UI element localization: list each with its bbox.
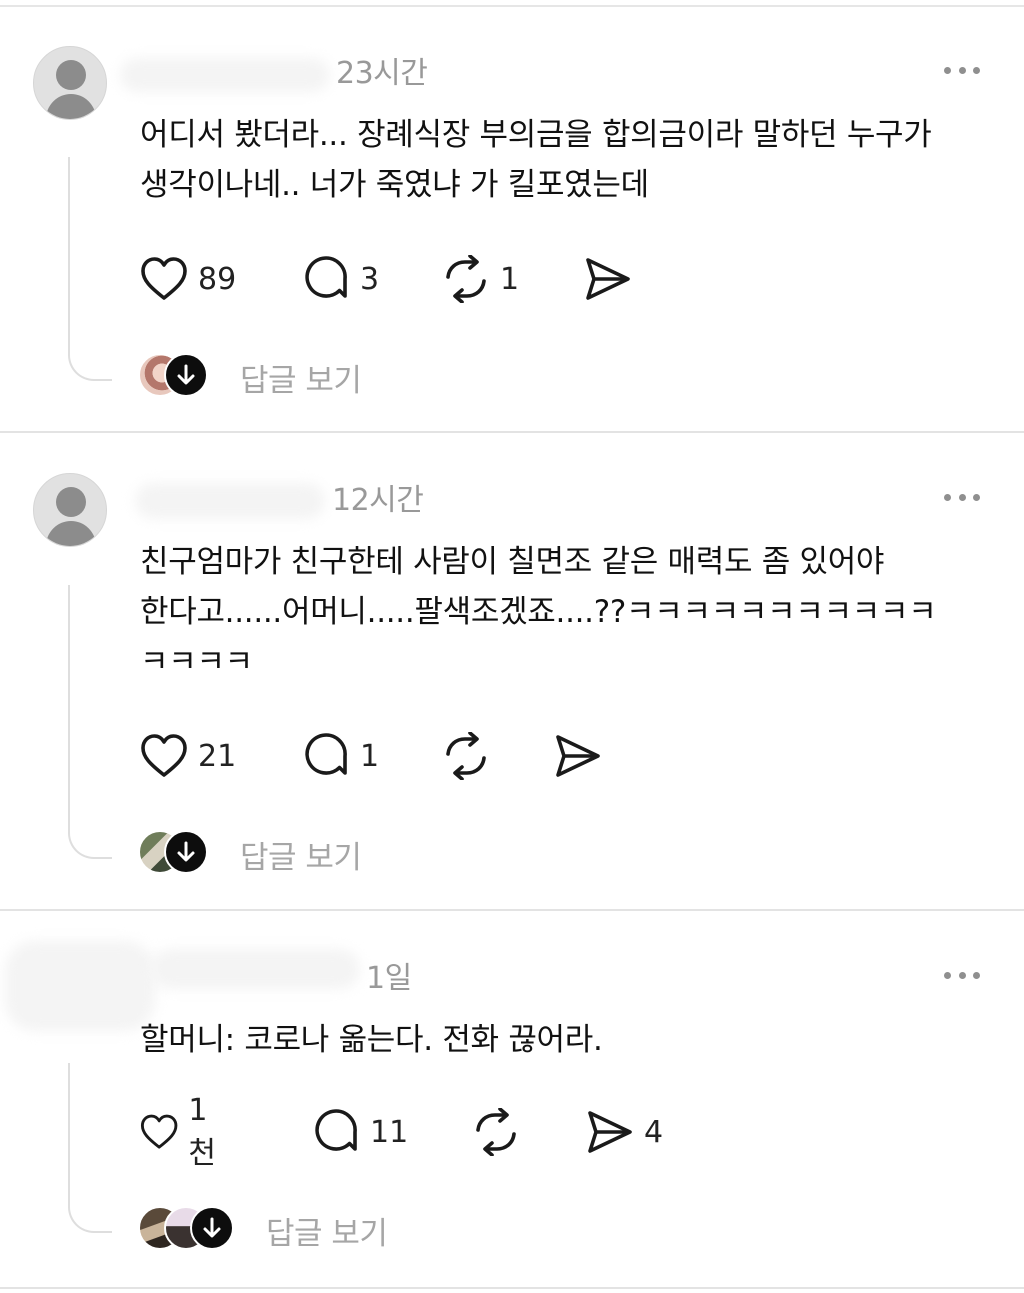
view-replies-label: 답글 보기	[240, 363, 362, 399]
post-time: 23시간	[336, 56, 428, 91]
share-button[interactable]	[584, 254, 642, 304]
comment-text: 어디서 봤더라... 장례식장 부의금을 합의금이라 말하던 누구가 생각이나네…	[140, 117, 932, 203]
comment-post: 12시간 친구엄마가 친구한테 사람이 칠면조 같은 매력도 좀 있어야 한다고…	[0, 433, 1024, 909]
share-button[interactable]	[554, 731, 612, 781]
thread-line	[68, 157, 112, 381]
comment-button[interactable]: 1	[302, 731, 379, 781]
arrow-down-icon	[177, 841, 195, 862]
like-count: 1천	[188, 1092, 216, 1171]
more-dots-icon	[944, 66, 951, 74]
view-replies-button[interactable]: 답글 보기	[138, 353, 398, 399]
comment-bubble-icon	[305, 256, 347, 298]
repost-arrows-icon	[476, 1108, 516, 1156]
like-button[interactable]: 21	[140, 731, 236, 781]
repost-count: 1	[500, 261, 520, 297]
view-replies-button[interactable]: 답글 보기	[138, 830, 398, 876]
view-replies-label: 답글 보기	[266, 1216, 388, 1252]
more-options-button[interactable]	[944, 970, 980, 980]
more-dots-icon	[944, 493, 951, 501]
comment-button[interactable]: 3	[302, 254, 379, 304]
view-replies-button[interactable]: 답글 보기	[138, 1206, 418, 1252]
redacted-username	[150, 949, 360, 989]
like-button[interactable]: 1천	[140, 1093, 226, 1171]
comment-text: 할머니: 코로나 옮는다. 전화 끊어라.	[140, 1022, 603, 1058]
view-replies-label: 답글 보기	[240, 840, 362, 876]
redacted-avatar	[5, 941, 155, 1031]
reply-expand-badge	[164, 830, 208, 874]
redacted-username	[135, 483, 325, 519]
like-button[interactable]: 89	[140, 254, 236, 304]
comment-text: 친구엄마가 친구한테 사람이 칠면조 같은 매력도 좀 있어야 한다고.....…	[140, 544, 937, 680]
comment-bubble-icon	[305, 733, 347, 775]
thread-line	[68, 585, 112, 859]
repost-button[interactable]: 1	[442, 254, 519, 304]
comment-bubble-icon	[315, 1109, 357, 1151]
repost-button[interactable]	[442, 731, 500, 781]
comment-post: 1일 할머니: 코로나 옮는다. 전화 끊어라. 1천 11 4 답글 보기	[0, 911, 1024, 1287]
repost-button[interactable]	[472, 1107, 530, 1157]
avatar[interactable]	[33, 46, 107, 120]
send-icon	[588, 1111, 632, 1153]
like-count: 21	[198, 738, 237, 774]
more-options-button[interactable]	[944, 492, 980, 502]
share-button[interactable]: 4	[586, 1107, 663, 1157]
comment-count: 11	[370, 1114, 409, 1150]
more-dots-icon	[944, 971, 951, 979]
send-icon	[586, 258, 630, 300]
like-count: 89	[198, 261, 237, 297]
repost-arrows-icon	[446, 255, 486, 303]
share-count: 4	[644, 1114, 664, 1150]
post-divider	[0, 1287, 1024, 1289]
arrow-down-icon	[203, 1217, 221, 1238]
comment-count: 1	[360, 738, 380, 774]
redacted-username	[120, 58, 330, 92]
comment-post: 23시간 어디서 봤더라... 장례식장 부의금을 합의금이라 말하던 누구가 …	[0, 0, 1024, 432]
comment-count: 3	[360, 261, 380, 297]
arrow-down-icon	[177, 364, 195, 385]
post-time: 1일	[366, 961, 412, 996]
send-icon	[556, 735, 600, 777]
heart-icon	[141, 734, 187, 777]
repost-arrows-icon	[446, 732, 486, 780]
post-time: 12시간	[332, 483, 424, 518]
avatar[interactable]	[33, 473, 107, 547]
more-options-button[interactable]	[944, 65, 980, 75]
heart-icon	[141, 257, 187, 300]
comment-button[interactable]: 11	[312, 1107, 408, 1157]
reply-expand-badge	[190, 1206, 234, 1250]
reply-expand-badge	[164, 353, 208, 397]
heart-icon	[140, 1114, 178, 1149]
thread-line	[68, 1063, 112, 1233]
